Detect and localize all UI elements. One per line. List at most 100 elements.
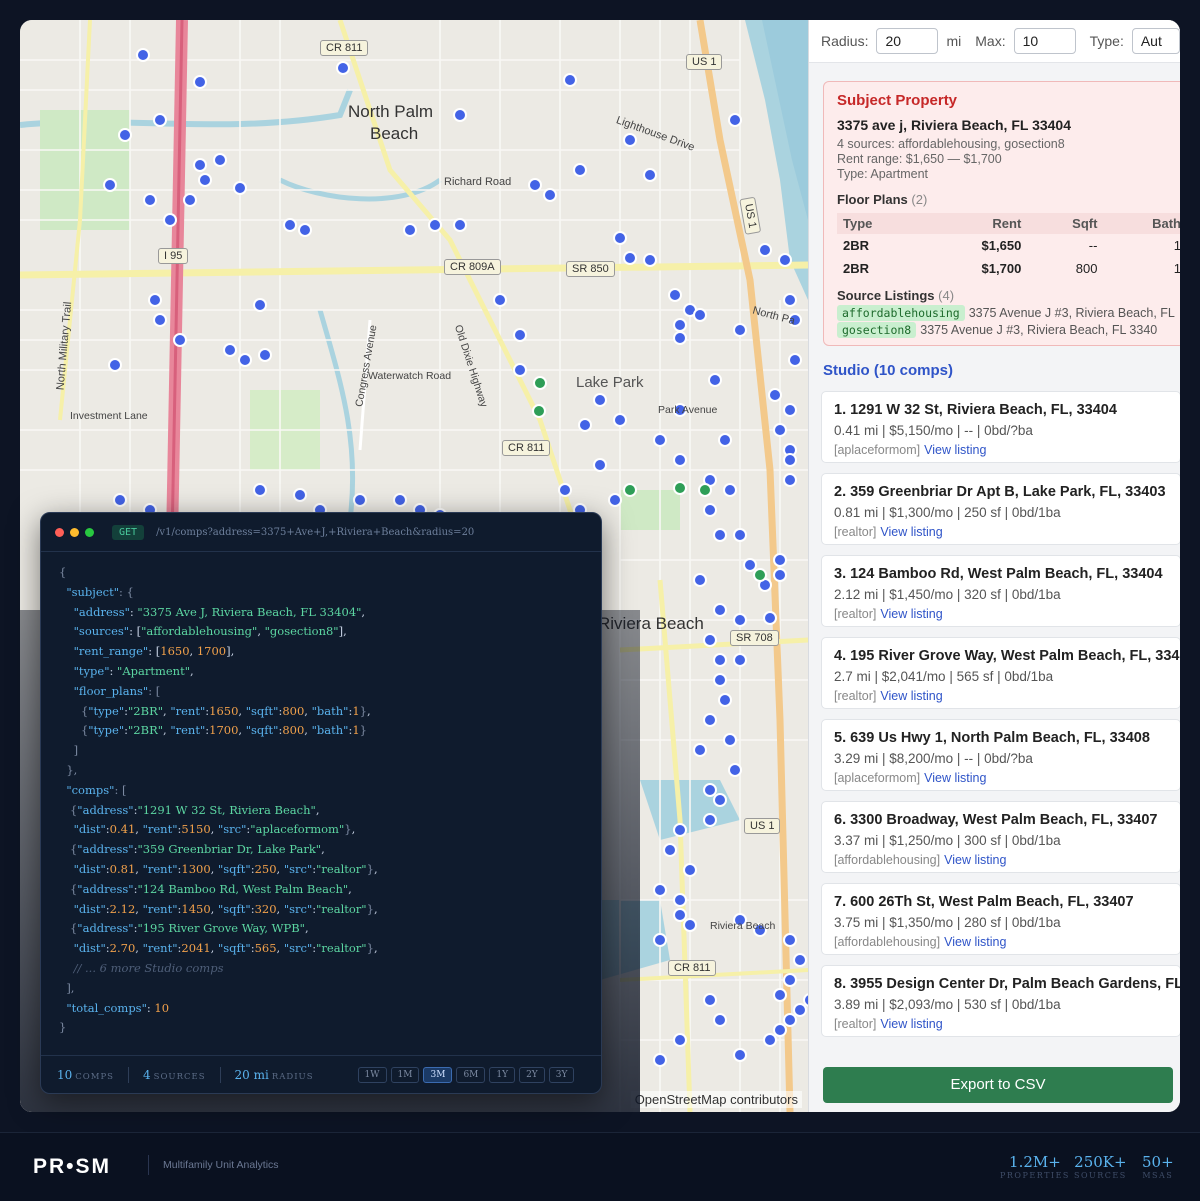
comp-card[interactable]: 8. 3955 Design Center Dr, Palm Beach Gar…	[821, 965, 1180, 1037]
comp-marker[interactable]	[593, 458, 607, 472]
comp-marker[interactable]	[703, 813, 717, 827]
comp-marker[interactable]	[713, 603, 727, 617]
comp-marker[interactable]	[283, 218, 297, 232]
radius-input[interactable]: 20	[876, 28, 939, 54]
comp-marker[interactable]	[298, 223, 312, 237]
comp-marker[interactable]	[193, 158, 207, 172]
comp-marker[interactable]	[513, 363, 527, 377]
comp-marker[interactable]	[428, 218, 442, 232]
comp-marker[interactable]	[703, 783, 717, 797]
comp-marker[interactable]	[733, 528, 747, 542]
comp-marker[interactable]	[733, 323, 747, 337]
comp-marker[interactable]	[223, 343, 237, 357]
comp-marker[interactable]	[673, 1033, 687, 1047]
subject-marker[interactable]	[673, 481, 687, 495]
max-input[interactable]: 10	[1013, 28, 1076, 54]
comp-marker[interactable]	[703, 503, 717, 517]
comp-marker[interactable]	[403, 223, 417, 237]
comp-marker[interactable]	[793, 1003, 807, 1017]
comp-marker[interactable]	[153, 113, 167, 127]
range-tab[interactable]: 1Y	[489, 1066, 516, 1083]
comp-marker[interactable]	[773, 553, 787, 567]
comp-marker[interactable]	[773, 568, 787, 582]
comp-marker[interactable]	[783, 933, 797, 947]
comp-marker[interactable]	[253, 298, 267, 312]
comp-marker[interactable]	[778, 253, 792, 267]
comp-marker[interactable]	[713, 653, 727, 667]
maximize-window-dot-icon[interactable]	[85, 527, 94, 537]
subject-marker[interactable]	[753, 568, 767, 582]
comp-marker[interactable]	[258, 348, 272, 362]
comp-card[interactable]: 5. 639 Us Hwy 1, North Palm Beach, FL, 3…	[821, 719, 1180, 791]
comp-marker[interactable]	[513, 328, 527, 342]
comp-marker[interactable]	[683, 918, 697, 932]
comp-marker[interactable]	[663, 843, 677, 857]
comp-marker[interactable]	[703, 993, 717, 1007]
comp-marker[interactable]	[653, 933, 667, 947]
comp-marker[interactable]	[793, 953, 807, 967]
comp-marker[interactable]	[148, 293, 162, 307]
comp-marker[interactable]	[773, 1023, 787, 1037]
comp-marker[interactable]	[528, 178, 542, 192]
comp-marker[interactable]	[558, 483, 572, 497]
comp-marker[interactable]	[608, 493, 622, 507]
comp-marker[interactable]	[173, 333, 187, 347]
comp-marker[interactable]	[703, 633, 717, 647]
comp-card[interactable]: 6. 3300 Broadway, West Palm Beach, FL, 3…	[821, 801, 1180, 873]
comp-marker[interactable]	[253, 483, 267, 497]
comp-marker[interactable]	[783, 1013, 797, 1027]
comp-marker[interactable]	[543, 188, 557, 202]
comp-marker[interactable]	[153, 313, 167, 327]
comp-marker[interactable]	[733, 1048, 747, 1062]
comp-marker[interactable]	[683, 863, 697, 877]
comp-marker[interactable]	[718, 433, 732, 447]
comp-marker[interactable]	[713, 1013, 727, 1027]
comp-marker[interactable]	[453, 108, 467, 122]
comp-marker[interactable]	[136, 48, 150, 62]
comp-marker[interactable]	[758, 243, 772, 257]
comp-marker[interactable]	[238, 353, 252, 367]
range-tab[interactable]: 2Y	[519, 1066, 545, 1083]
export-csv-button[interactable]: Export to CSV	[823, 1067, 1173, 1103]
comp-marker[interactable]	[613, 413, 627, 427]
comp-marker[interactable]	[673, 823, 687, 837]
view-listing-link[interactable]: View listing	[880, 607, 942, 621]
comp-marker[interactable]	[233, 181, 247, 195]
range-tab[interactable]: 3M	[423, 1066, 453, 1083]
comp-marker[interactable]	[733, 613, 747, 627]
comp-marker[interactable]	[103, 178, 117, 192]
comp-card[interactable]: 3. 124 Bamboo Rd, West Palm Beach, FL, 3…	[821, 555, 1180, 627]
comp-marker[interactable]	[653, 883, 667, 897]
comp-marker[interactable]	[113, 493, 127, 507]
comp-marker[interactable]	[718, 693, 732, 707]
comp-marker[interactable]	[163, 213, 177, 227]
comp-marker[interactable]	[693, 743, 707, 757]
comp-marker[interactable]	[773, 423, 787, 437]
subject-marker[interactable]	[623, 483, 637, 497]
comp-marker[interactable]	[733, 653, 747, 667]
comp-marker[interactable]	[453, 218, 467, 232]
comp-marker[interactable]	[668, 288, 682, 302]
comp-marker[interactable]	[563, 73, 577, 87]
comp-marker[interactable]	[613, 231, 627, 245]
comp-marker[interactable]	[783, 973, 797, 987]
comp-card[interactable]: 2. 359 Greenbriar Dr Apt B, Lake Park, F…	[821, 473, 1180, 545]
comp-marker[interactable]	[673, 318, 687, 332]
source-listing[interactable]: affordablehousing 3375 Avenue J #3, Rivie…	[837, 305, 1180, 321]
comp-marker[interactable]	[708, 373, 722, 387]
comp-marker[interactable]	[783, 293, 797, 307]
comp-marker[interactable]	[193, 75, 207, 89]
type-select[interactable]: Aut	[1131, 28, 1180, 54]
comp-marker[interactable]	[493, 293, 507, 307]
view-listing-link[interactable]: View listing	[944, 935, 1006, 949]
subject-marker[interactable]	[533, 376, 547, 390]
comp-marker[interactable]	[578, 418, 592, 432]
range-tab[interactable]: 1M	[390, 1066, 420, 1083]
comp-marker[interactable]	[623, 133, 637, 147]
comp-marker[interactable]	[653, 1053, 667, 1067]
comp-card[interactable]: 1. 1291 W 32 St, Riviera Beach, FL, 3340…	[821, 391, 1180, 463]
comp-marker[interactable]	[673, 331, 687, 345]
comp-marker[interactable]	[693, 573, 707, 587]
comp-marker[interactable]	[713, 673, 727, 687]
view-listing-link[interactable]: View listing	[924, 771, 986, 785]
